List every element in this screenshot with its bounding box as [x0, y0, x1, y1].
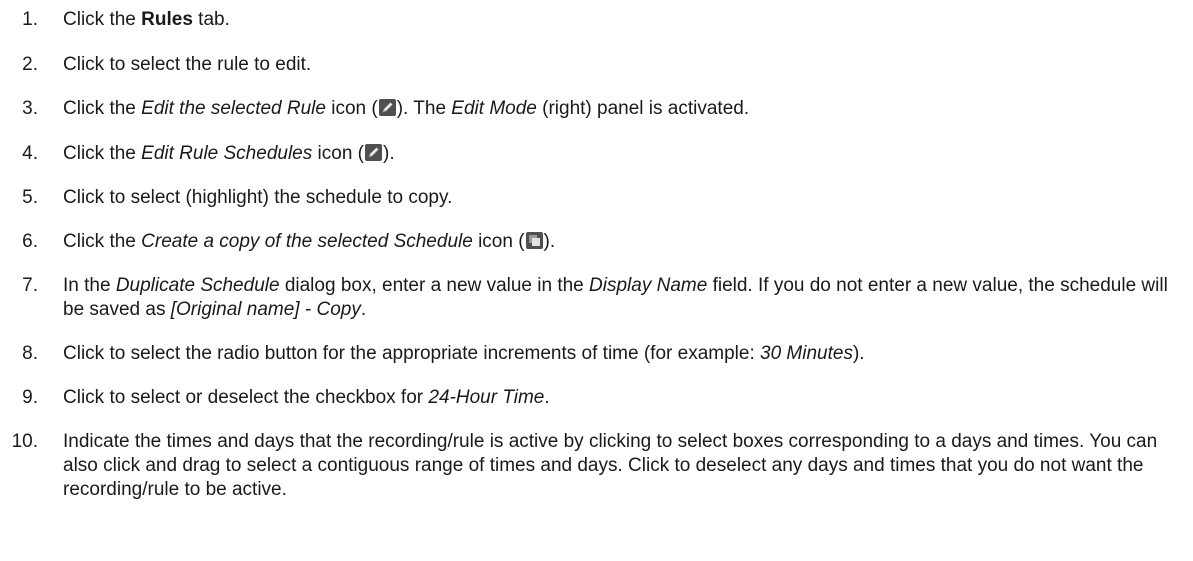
step-text: Click the Edit Rule Schedules icon ().: [63, 142, 1180, 166]
text-run: ).: [383, 143, 395, 164]
text-run: icon (: [325, 98, 378, 119]
step-number: 7.: [22, 275, 38, 296]
italic-term: Edit the selected Rule: [141, 98, 326, 119]
step-text: Click to select (highlight) the schedule…: [63, 186, 1180, 210]
step-text: Click the Edit the selected Rule icon ()…: [63, 97, 1180, 121]
text-run: ).: [852, 343, 865, 364]
step-number: 1.: [22, 9, 38, 30]
step-text: Click the Rules tab.: [63, 8, 1180, 32]
text-run: Click the: [63, 231, 142, 252]
step-text: Indicate the times and days that the rec…: [63, 430, 1180, 502]
text-run: Indicate the times and days that the rec…: [63, 431, 1158, 500]
text-run: icon (: [472, 231, 525, 252]
italic-term: Duplicate Schedule: [115, 275, 280, 296]
bold-term: Rules: [141, 9, 193, 30]
text-run: Click to select the radio button for the…: [63, 343, 760, 364]
text-run: dialog box, enter a new value in the: [279, 275, 590, 296]
italic-term: Display Name: [589, 275, 708, 296]
italic-term: Edit Mode: [451, 98, 537, 119]
text-run: tab.: [192, 9, 230, 30]
text-run: Click to select the rule to edit.: [63, 54, 312, 75]
italic-term: Edit Rule Schedules: [141, 143, 313, 164]
italic-term: [Original name] - Copy: [170, 299, 361, 320]
step-text: Click the Create a copy of the selected …: [63, 230, 1180, 254]
text-run: In the: [63, 275, 116, 296]
step-number: 3.: [22, 98, 38, 119]
step-text: Click to select the rule to edit.: [63, 53, 1180, 77]
italic-term: 30 Minutes: [760, 343, 853, 364]
text-run: .: [360, 299, 367, 320]
step-text: Click to select the radio button for the…: [63, 342, 1180, 366]
italic-term: Create a copy of the selected Schedule: [141, 231, 473, 252]
step-text: In the Duplicate Schedule dialog box, en…: [63, 274, 1180, 322]
text-run: (right) panel is activated.: [536, 98, 750, 119]
step-number: 9.: [22, 387, 38, 408]
pencil-icon: [378, 99, 396, 116]
step-number: 2.: [22, 54, 38, 75]
text-run: Click the: [63, 98, 142, 119]
italic-term: 24-Hour Time: [428, 387, 545, 408]
step-number: 4.: [22, 143, 38, 164]
step-number: 6.: [22, 231, 38, 252]
text-run: Click the: [63, 9, 142, 30]
text-run: ). The: [396, 98, 452, 119]
step-number: 8.: [22, 343, 38, 364]
text-run: Click the: [63, 143, 142, 164]
text-run: Click to select (highlight) the schedule…: [63, 187, 453, 208]
step-number: 10.: [11, 431, 38, 452]
text-run: .: [544, 387, 550, 408]
step-number: 5.: [22, 187, 38, 208]
text-run: Click to select or deselect the checkbox…: [63, 387, 429, 408]
text-run: icon (: [312, 143, 364, 164]
text-run: ).: [543, 231, 556, 252]
pencil-icon: [365, 144, 382, 161]
copy-icon: [525, 232, 543, 249]
step-text: Click to select or deselect the checkbox…: [63, 386, 1180, 410]
